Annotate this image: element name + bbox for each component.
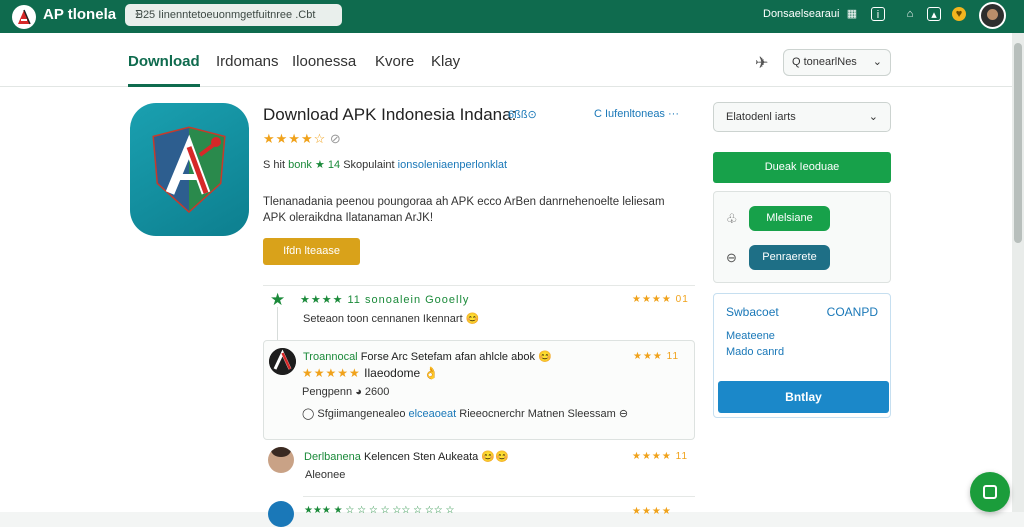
info-panel: Swbacoet COANPD Meateene Mado canrd Bntl… xyxy=(713,293,891,418)
chevron-down-icon: ⌄ xyxy=(872,56,882,68)
review-rating-stars: ★★★ 11 xyxy=(633,351,680,362)
user-name[interactable]: Donsaelsearaui xyxy=(763,8,839,20)
logo-a-icon xyxy=(18,9,31,25)
reviewer-name[interactable]: Derlbanena xyxy=(304,451,361,463)
scrollbar[interactable] xyxy=(1012,33,1024,512)
pin-icon[interactable]: ✈ xyxy=(755,53,768,73)
app-icon xyxy=(130,103,249,236)
review-stars: ★★★★★ xyxy=(302,366,361,380)
review-title: Kelencen Sten Aukeata 😊😊 xyxy=(363,451,509,463)
review-header: Derlbanena Kelencen Sten Aukeata 😊😊 xyxy=(304,450,509,463)
secondary-download-button[interactable]: Ifdn lteaase xyxy=(263,238,360,265)
review-rating-stars: ★★★★ 11 xyxy=(632,451,689,462)
reviewer-name[interactable]: Troannocal xyxy=(303,351,358,363)
review-text: Seteaon toon cennanen Ikennart 😊 xyxy=(303,313,480,325)
info-panel-line: Mado canrd xyxy=(726,346,785,358)
info-panel-code: COANPD xyxy=(826,305,878,319)
review-card[interactable]: Troannocal Forse Arc Setefam afan ahlcle… xyxy=(263,340,695,440)
download-button[interactable]: Dueak Ieoduae xyxy=(713,152,891,183)
info-panel-line: Meateene xyxy=(726,330,775,342)
review-detail: Pengpenn ◕ 2600 xyxy=(302,386,390,398)
review-divider xyxy=(303,496,695,497)
chat-icon xyxy=(983,485,997,499)
rating-stars: ★★★★☆ xyxy=(263,131,327,146)
review-avatar xyxy=(268,501,294,527)
title-tag[interactable]: 6ßß⊙ xyxy=(508,108,537,121)
review-body: ◯ Sfgiimangenealeo elceaoeat Rieeocnerch… xyxy=(302,407,628,420)
review-title: Forse Arc Setefam afan ahlcle abok 😊 xyxy=(360,351,552,363)
tab-irdomans[interactable]: Irdomans xyxy=(216,53,279,70)
review-rating: ★★★★ 11 xyxy=(632,450,688,462)
meta-prefix: S hit xyxy=(263,159,286,171)
review-header: ★★★ ★ ☆ ☆ ☆ ☆ ☆☆ ☆ ☆☆ ☆ xyxy=(304,505,455,516)
chat-fab-button[interactable] xyxy=(970,472,1010,512)
meta-green: bonk ★ 14 xyxy=(288,159,341,171)
app-title: Download APK Indonesia Indana: xyxy=(263,105,517,124)
info-icon[interactable]: i xyxy=(871,7,885,21)
review-header: Troannocal Forse Arc Setefam afan ahlcle… xyxy=(303,350,552,363)
shield-logo-icon xyxy=(152,126,226,214)
scroll-thumb[interactable] xyxy=(1014,43,1022,243)
brand-name[interactable]: AP tlonela xyxy=(43,6,116,23)
bell-icon: ♧ xyxy=(726,211,738,226)
search-label: Q tonearlNes xyxy=(792,56,857,68)
review-head-text: ★★★★ 11 sonoalein Gooelly xyxy=(300,294,470,306)
url-bar[interactable]: ᗿ25 Iinenntetoeuonmgetfuitnree .Cbt xyxy=(125,4,342,26)
review-rating: ★★★★ xyxy=(632,505,672,517)
review-body-end: Rieeocnerchr Matnen Sleessam ⊖ xyxy=(459,408,629,420)
section-divider xyxy=(263,285,695,286)
grid-icon[interactable]: ▦ xyxy=(845,7,859,21)
review-rating-stars: ★★★★ 01 xyxy=(632,294,689,305)
top-bar: AP tlonela ᗿ25 Iinenntetoeuonmgetfuitnre… xyxy=(0,0,1024,33)
option-button-green[interactable]: Mlelsiane xyxy=(749,206,830,231)
review-rating: ★★★ 11 xyxy=(633,350,679,362)
review-rating: ★★★★ 01 xyxy=(632,293,689,305)
tab-kvore[interactable]: Kvore xyxy=(375,53,414,70)
review-body-start: ◯ Sfgiimangenealeo xyxy=(302,408,406,420)
info-panel-title: Swbacoet xyxy=(726,305,779,319)
review-avatar xyxy=(269,348,296,375)
meta-mid: Skopulaint xyxy=(343,159,395,171)
option-button-teal[interactable]: Penraerete xyxy=(749,245,830,270)
app-rating: ★★★★☆ ⊘ xyxy=(263,131,341,147)
options-panel: ♧ Mlelsiane ⊖ Penraerete xyxy=(713,191,891,283)
tab-download[interactable]: Download xyxy=(128,53,200,70)
search-input[interactable]: Q tonearlNes ⌄ xyxy=(783,49,891,76)
review-avatar xyxy=(268,447,294,473)
app-meta: S hit bonk ★ 14 Skopulaint ionsoleniaenp… xyxy=(263,158,507,171)
user-avatar[interactable] xyxy=(979,2,1006,29)
review-header: ★★★★ 11 sonoalein Gooelly xyxy=(300,293,469,306)
clock-icon: ⊖ xyxy=(726,250,737,265)
brand-logo[interactable] xyxy=(12,5,36,29)
rating-extra-icon: ⊘ xyxy=(329,131,341,146)
image-icon[interactable]: ▴ xyxy=(927,7,941,21)
version-select[interactable]: Elatodenl iarts ⌄ xyxy=(713,102,891,132)
main-content: Download APK Indonesia Indana: 6ßß⊙ C Iu… xyxy=(0,87,1012,527)
app-description: Tlenanadania peenou poungoraa ah APK ecc… xyxy=(263,196,665,224)
home-icon[interactable]: ⌂ xyxy=(903,7,917,21)
buy-button[interactable]: Bntlay xyxy=(718,381,889,413)
title-action-link[interactable]: C Iufenltoneas ··· xyxy=(594,108,679,120)
tab-klay[interactable]: Klay xyxy=(431,53,460,70)
chevron-down-icon: ⌄ xyxy=(868,111,878,123)
select-label: Elatodenl iarts xyxy=(726,111,796,123)
avatar-logo-icon xyxy=(269,348,296,375)
meta-link[interactable]: ionsoleniaenperlonklat xyxy=(398,159,507,171)
review-link[interactable]: elceaoeat xyxy=(409,408,457,420)
nav-bar: Download Irdomans Iloonessa Kvore Klay ✈… xyxy=(0,33,1012,87)
review-subtext: Aleonee xyxy=(305,469,346,481)
review-stars-text: Ilaeodome 👌 xyxy=(364,366,439,380)
review-stars-row: ★★★★★ Ilaeodome 👌 xyxy=(302,366,438,380)
coin-icon[interactable]: ♥ xyxy=(952,7,966,21)
tab-iloonessa[interactable]: Iloonessa xyxy=(292,53,356,70)
